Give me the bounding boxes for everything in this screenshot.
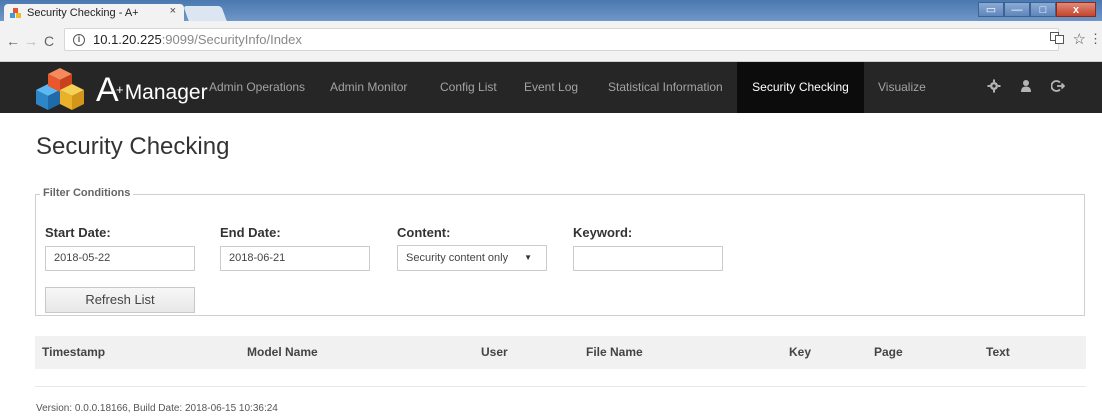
browser-tab-strip: Security Checking - A+ × ▭ — □ x	[0, 0, 1102, 21]
window-restore-button[interactable]: ▭	[978, 2, 1004, 17]
gear-icon[interactable]	[986, 79, 1002, 95]
browser-toolbar: ← → C i 10.1.20.225 :9099/SecurityInfo/I…	[0, 21, 1102, 62]
column-header-user[interactable]: User	[481, 336, 508, 369]
version-footer: Version: 0.0.0.18166, Build Date: 2018-0…	[36, 403, 278, 414]
column-header-timestamp[interactable]: Timestamp	[42, 336, 105, 369]
column-header-file-name[interactable]: File Name	[586, 336, 643, 369]
keyword-input[interactable]	[573, 246, 723, 271]
footer-divider	[35, 386, 1086, 387]
browser-tab-title: Security Checking - A+	[27, 6, 139, 19]
cubes-logo-icon	[34, 66, 92, 110]
new-tab-button[interactable]	[183, 6, 227, 21]
content-select[interactable]: Security content only ▼	[397, 245, 547, 271]
column-header-model-name[interactable]: Model Name	[247, 336, 318, 369]
page-title: Security Checking	[36, 133, 230, 160]
address-bar[interactable]: i 10.1.20.225 :9099/SecurityInfo/Index	[64, 28, 1059, 51]
nav-visualize[interactable]: Visualize	[866, 62, 938, 113]
nav-admin-monitor[interactable]: Admin Monitor	[318, 62, 419, 113]
filter-legend: Filter Conditions	[40, 187, 134, 199]
content-select-value: Security content only	[406, 252, 509, 264]
results-table-header: Timestamp Model Name User File Name Key …	[35, 336, 1086, 369]
nav-admin-operations[interactable]: Admin Operations	[197, 62, 317, 113]
tab-close-icon[interactable]: ×	[170, 5, 176, 17]
column-header-page[interactable]: Page	[874, 336, 903, 369]
nav-event-log[interactable]: Event Log	[512, 62, 590, 113]
translate-icon[interactable]	[1050, 32, 1064, 47]
brand-name: Manager	[124, 81, 208, 104]
nav-statistical-information[interactable]: Statistical Information	[596, 62, 735, 113]
window-close-button[interactable]: x	[1056, 2, 1096, 17]
nav-config-list[interactable]: Config List	[428, 62, 509, 113]
back-arrow-icon[interactable]: ←	[6, 33, 20, 49]
browser-tab[interactable]: Security Checking - A+ ×	[4, 4, 184, 21]
dropdown-arrow-icon: ▼	[524, 253, 532, 262]
brand-plus: +	[116, 82, 124, 97]
end-date-label: End Date:	[220, 225, 281, 240]
app-navbar: A + Manager Admin Operations Admin Monit…	[0, 62, 1102, 113]
window-maximize-button[interactable]: □	[1030, 2, 1056, 17]
start-date-label: Start Date:	[45, 225, 111, 240]
filter-conditions-panel: Filter Conditions Start Date: 2018-05-22…	[35, 187, 1085, 316]
user-icon[interactable]	[1018, 79, 1034, 95]
window-controls: ▭ — □ x	[978, 2, 1096, 17]
url-path: :9099/SecurityInfo/Index	[161, 32, 302, 47]
logout-icon[interactable]	[1050, 79, 1066, 95]
column-header-text[interactable]: Text	[986, 336, 1010, 369]
start-date-input[interactable]: 2018-05-22	[45, 246, 195, 271]
column-header-key[interactable]: Key	[789, 336, 811, 369]
end-date-input[interactable]: 2018-06-21	[220, 246, 370, 271]
content-label: Content:	[397, 225, 451, 240]
reload-icon[interactable]: C	[44, 33, 54, 49]
browser-menu-icon[interactable]: ⋮	[1089, 31, 1102, 47]
refresh-list-button[interactable]: Refresh List	[45, 287, 195, 313]
keyword-label: Keyword:	[573, 225, 633, 240]
url-host: 10.1.20.225	[93, 32, 162, 47]
brand-logo[interactable]: A + Manager	[34, 66, 208, 110]
window-minimize-button[interactable]: —	[1004, 2, 1030, 17]
app-favicon-icon	[10, 7, 22, 19]
forward-arrow-icon[interactable]: →	[24, 33, 38, 49]
bookmark-star-icon[interactable]: ☆	[1073, 30, 1086, 48]
nav-security-checking[interactable]: Security Checking	[737, 62, 864, 113]
site-info-icon[interactable]: i	[73, 33, 85, 46]
